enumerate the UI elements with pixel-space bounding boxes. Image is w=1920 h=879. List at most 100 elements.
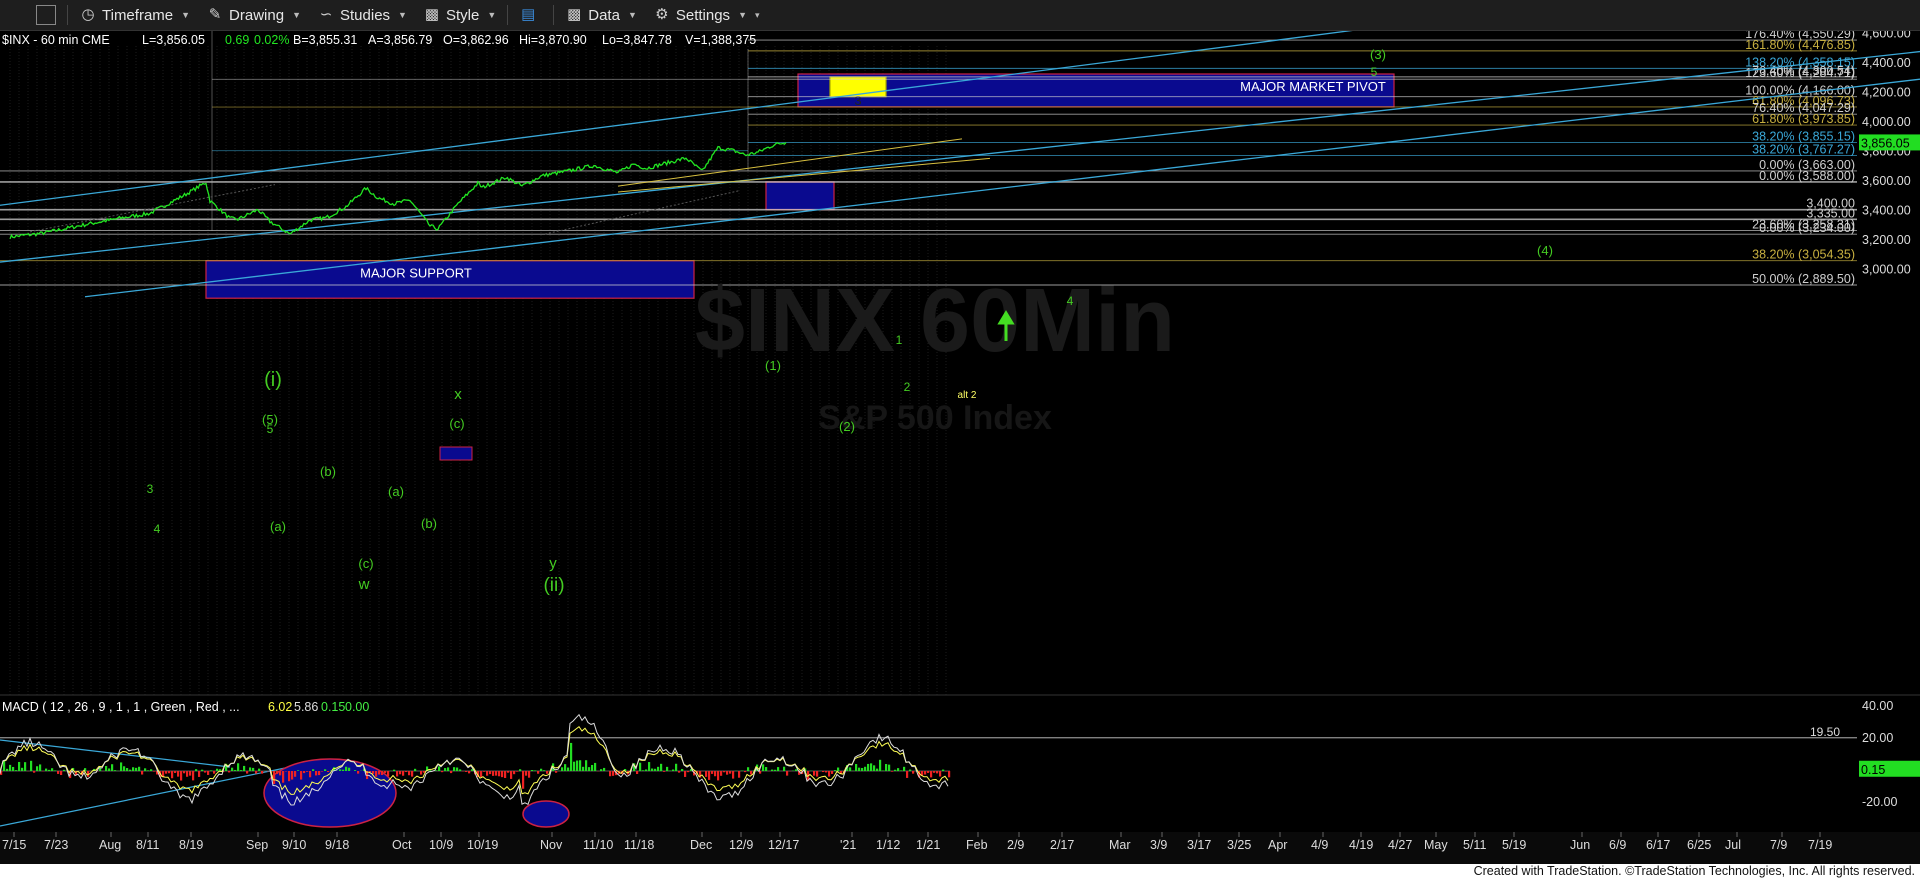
macd-label: MACD ( 12 , 26 , 9 , 1 , 1 , Green , Red… bbox=[2, 700, 240, 714]
wave-label: w bbox=[358, 576, 370, 593]
macd-histogram-bar bbox=[18, 761, 21, 771]
x-tick-label: Aug bbox=[99, 838, 121, 852]
macd-value-1: 6.02 bbox=[268, 700, 292, 714]
macd-histogram-bar bbox=[834, 770, 837, 771]
x-tick-label: Nov bbox=[540, 838, 563, 852]
macd-histogram-bar bbox=[201, 769, 204, 771]
studies-button[interactable]: ∽ Studies ▼ bbox=[309, 0, 415, 30]
macd-histogram-bar bbox=[459, 769, 462, 771]
macd-histogram-bar bbox=[612, 771, 615, 776]
style-button[interactable]: ▩ Style ▼ bbox=[415, 0, 504, 30]
x-tick-label: 11/18 bbox=[624, 838, 654, 852]
macd-histogram-bar bbox=[546, 771, 549, 774]
high-value: Hi=3,870.90 bbox=[519, 33, 587, 47]
macd-histogram-bar bbox=[465, 771, 468, 772]
macd-histogram-bar bbox=[297, 770, 300, 771]
macd-histogram-bar bbox=[729, 771, 732, 774]
macd-histogram-bar bbox=[639, 762, 642, 771]
macd-histogram-bar bbox=[381, 771, 384, 775]
layout-icon[interactable] bbox=[36, 5, 56, 25]
macd-histogram-bar bbox=[33, 771, 36, 773]
last-price-value: L=3,856.05 bbox=[142, 33, 205, 47]
macd-histogram-bar bbox=[576, 760, 579, 771]
macd-histogram-bar bbox=[228, 771, 231, 773]
macd-histogram-bar bbox=[783, 766, 786, 771]
macd-histogram-bar bbox=[909, 769, 912, 771]
macd-histogram-bar bbox=[147, 770, 150, 771]
x-tick-label: 3/25 bbox=[1227, 838, 1251, 852]
macd-histogram-bar bbox=[126, 768, 129, 771]
wave-label: (i) bbox=[264, 369, 282, 391]
macd-histogram-bar bbox=[936, 771, 939, 774]
macd-histogram-bar bbox=[198, 771, 201, 777]
macd-histogram-bar bbox=[870, 763, 873, 771]
macd-histogram-bar bbox=[282, 771, 285, 783]
macd-histogram-bar bbox=[63, 769, 66, 771]
small-zone-box bbox=[439, 446, 473, 461]
macd-histogram-bar bbox=[438, 766, 441, 771]
macd-histogram-bar bbox=[711, 771, 714, 774]
timeframe-button[interactable]: ◷ Timeframe ▼ bbox=[71, 0, 198, 30]
macd-histogram-bar bbox=[120, 762, 123, 771]
y-tick-label: 4,200.00 bbox=[1862, 86, 1911, 100]
macd-histogram-bar bbox=[603, 767, 606, 771]
macd-histogram-bar bbox=[525, 771, 528, 776]
macd-histogram-bar bbox=[648, 762, 651, 771]
chart-layout-button[interactable]: ▤ bbox=[511, 0, 550, 30]
settings-button[interactable]: ⚙ Settings ▼ ▾ bbox=[645, 0, 768, 30]
macd-histogram-bar bbox=[36, 766, 39, 771]
macd-histogram-bar bbox=[816, 771, 819, 777]
toolbar: ◷ Timeframe ▼ ✎ Drawing ▼ ∽ Studies ▼ ▩ … bbox=[0, 0, 1920, 31]
macd-histogram-bar bbox=[114, 770, 117, 771]
chart-area[interactable]: MAJOR MARKET PIVOTMAJOR SUPPORT3 200.00%… bbox=[0, 31, 1920, 864]
macd-histogram-bar bbox=[111, 764, 114, 771]
data-label: Data bbox=[588, 6, 620, 24]
macd-histogram-bar bbox=[588, 767, 591, 771]
wave-label: 4 bbox=[1067, 294, 1074, 308]
macd-histogram-bar bbox=[855, 764, 858, 771]
fib-level-label: 161.80% (4,476.85) bbox=[1745, 38, 1855, 52]
macd-histogram-bar bbox=[195, 769, 198, 771]
macd-histogram-bar bbox=[897, 768, 900, 771]
ask-value: A=3,856.79 bbox=[368, 33, 432, 47]
macd-histogram-bar bbox=[144, 768, 147, 771]
macd-histogram-bar bbox=[30, 760, 33, 771]
chevron-down-icon: ▼ bbox=[627, 10, 637, 20]
macd-histogram-bar bbox=[402, 771, 405, 776]
chevron-down-icon: ▼ bbox=[398, 10, 407, 20]
macd-histogram-bar bbox=[237, 763, 240, 771]
data-button[interactable]: ▩ Data ▼ bbox=[557, 0, 645, 30]
drawing-button[interactable]: ✎ Drawing ▼ bbox=[198, 0, 309, 30]
macd-histogram-bar bbox=[579, 760, 582, 771]
macd-histogram-bar bbox=[339, 769, 342, 771]
macd-histogram-bar bbox=[726, 771, 729, 775]
wave-label: alt 2 bbox=[958, 390, 977, 401]
macd-histogram-bar bbox=[849, 767, 852, 771]
toolbar-separator bbox=[507, 5, 509, 25]
fib-level-label: 38.20% (3,054.35) bbox=[1752, 248, 1855, 262]
macd-histogram-bar bbox=[651, 768, 654, 771]
macd-histogram-bar bbox=[507, 771, 510, 773]
macd-histogram-bar bbox=[555, 771, 558, 773]
macd-histogram-bar bbox=[45, 768, 48, 771]
open-value: O=3,862.96 bbox=[443, 33, 509, 47]
x-tick-label: 7/23 bbox=[44, 838, 68, 852]
macd-histogram-bar bbox=[570, 742, 573, 771]
wave-label: 5 bbox=[267, 422, 274, 436]
x-tick-label: Mar bbox=[1109, 838, 1131, 852]
y-tick-label: 4,600.00 bbox=[1862, 31, 1911, 41]
wave-label: 4 bbox=[154, 522, 161, 536]
macd-histogram-bar bbox=[666, 766, 669, 771]
macd-histogram-bar bbox=[609, 771, 612, 777]
macd-histogram-bar bbox=[747, 767, 750, 771]
change-pct-value: 0.02% bbox=[254, 33, 289, 47]
macd-histogram-bar bbox=[519, 769, 522, 771]
macd-histogram-bar bbox=[945, 771, 948, 772]
macd-histogram-bar bbox=[48, 769, 51, 771]
macd-histogram-bar bbox=[141, 771, 144, 775]
macd-histogram-bar bbox=[276, 771, 279, 774]
macd-oval-zone bbox=[522, 800, 570, 828]
macd-histogram-bar bbox=[393, 769, 396, 771]
x-tick-label: 7/19 bbox=[1808, 838, 1832, 852]
macd-histogram-bar bbox=[132, 767, 135, 771]
